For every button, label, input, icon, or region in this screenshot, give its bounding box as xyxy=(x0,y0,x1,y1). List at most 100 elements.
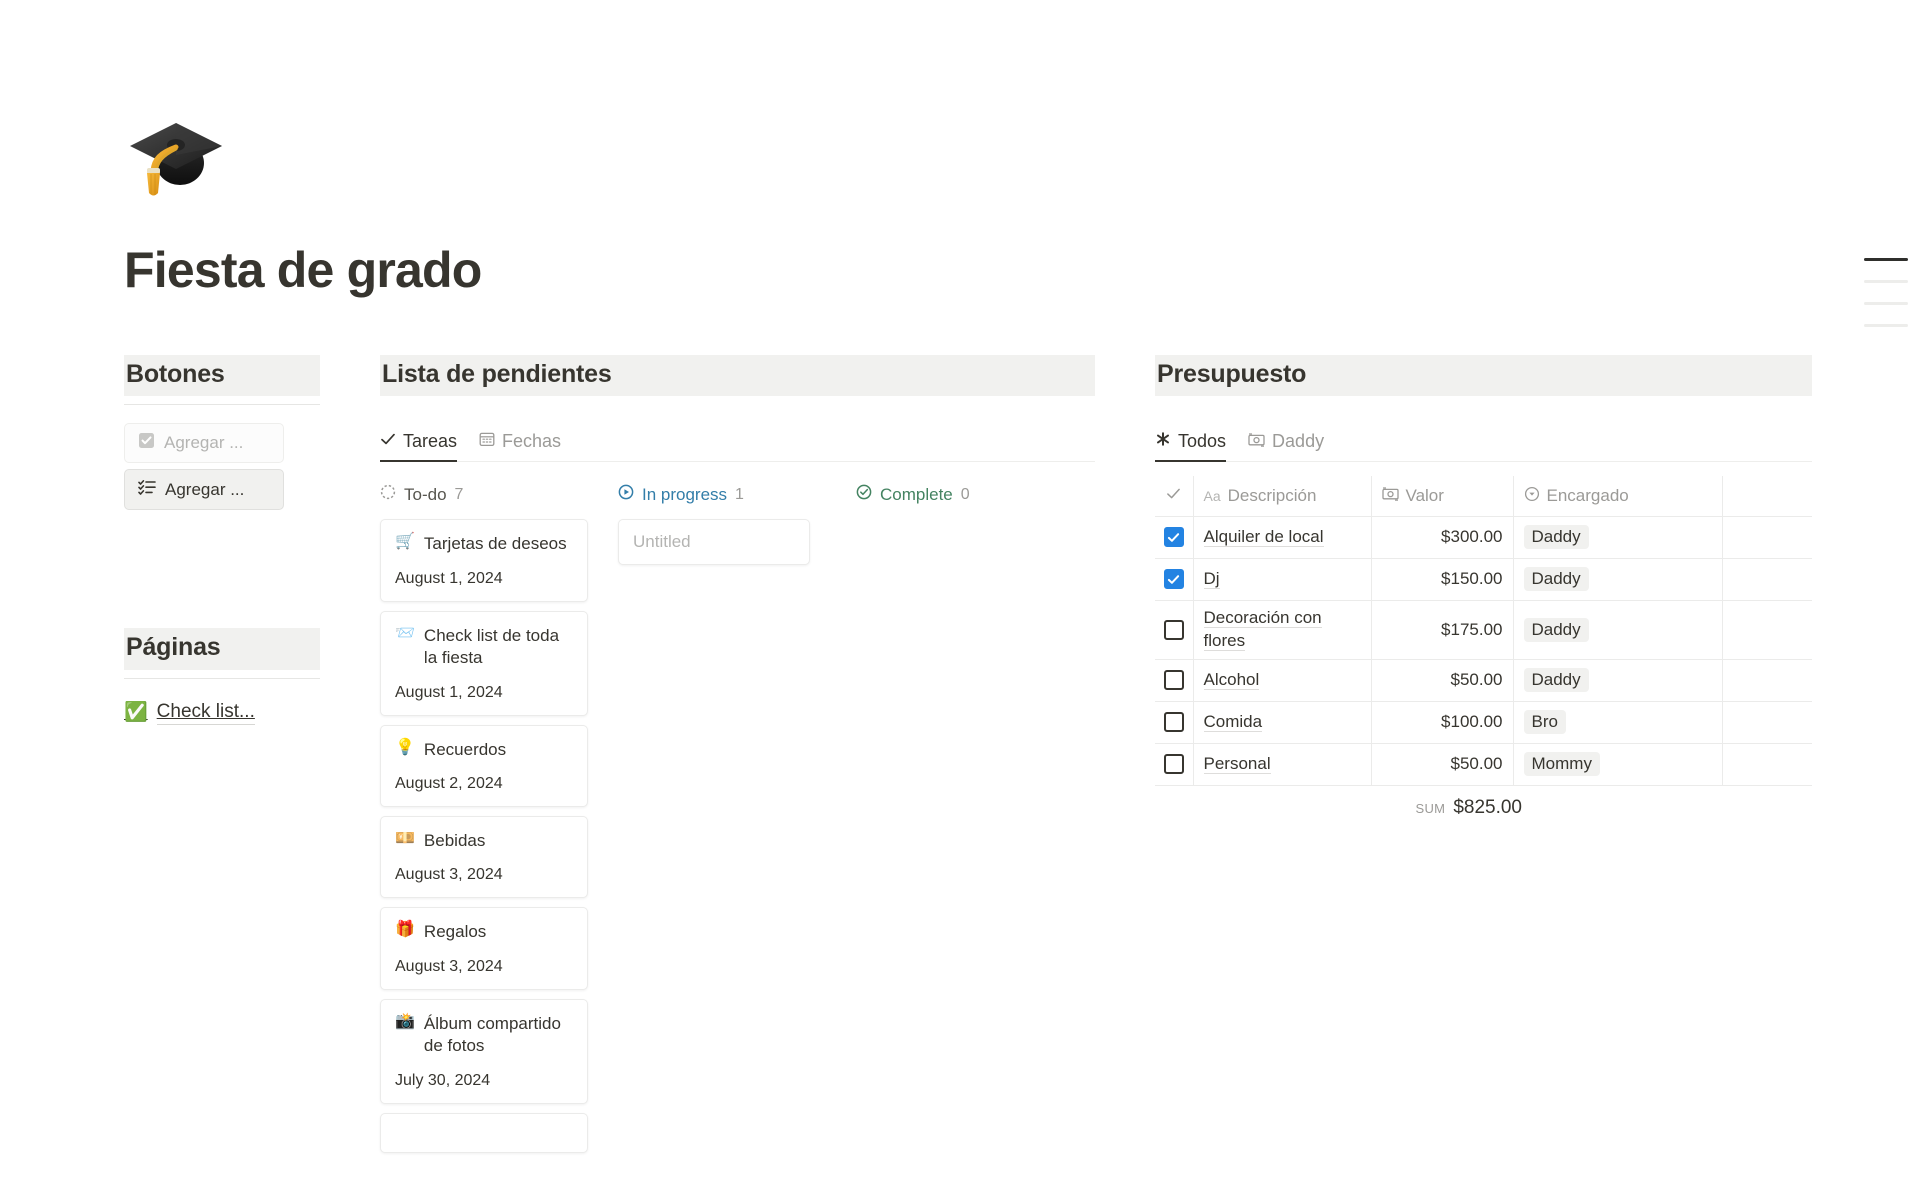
presupuesto-view-tabs: Todos Daddy xyxy=(1155,424,1812,463)
row-checkbox-cell[interactable] xyxy=(1155,743,1194,786)
row-checkbox-cell[interactable] xyxy=(1155,558,1194,601)
toc-mark[interactable] xyxy=(1864,280,1908,283)
kanban-card-date: August 3, 2024 xyxy=(395,957,503,975)
row-checkbox-cell[interactable] xyxy=(1155,600,1194,660)
kanban-card[interactable]: 📨 Check list de toda la fiesta August 1,… xyxy=(380,610,588,716)
kanban-card[interactable]: 💴 Bebidas August 3, 2024 xyxy=(380,816,588,899)
tab-fechas-label: Fechas xyxy=(502,431,562,452)
table-of-contents-indicator[interactable] xyxy=(1864,258,1908,346)
kanban-column-complete-header[interactable]: Complete 0 xyxy=(856,484,1064,505)
checkbox-unchecked-icon[interactable] xyxy=(1163,670,1184,691)
agregar-button-2[interactable]: Agregar ... xyxy=(124,469,284,511)
row-valor-cell[interactable]: $50.00 xyxy=(1371,659,1514,702)
kanban-column-in-progress-header[interactable]: In progress 1 xyxy=(618,484,826,505)
row-encargado-cell[interactable]: Daddy xyxy=(1513,659,1723,702)
row-descripcion-cell[interactable]: Dj xyxy=(1193,558,1372,601)
table-row[interactable]: Decoración con flores $175.00 Daddy xyxy=(1155,600,1812,660)
toc-mark[interactable] xyxy=(1864,302,1908,305)
kanban-card[interactable]: 🎁 Regalos August 3, 2024 xyxy=(380,907,588,990)
text-aa-icon: Aa xyxy=(1203,488,1221,504)
row-checkbox-cell[interactable] xyxy=(1155,516,1194,559)
kanban-column-todo-header[interactable]: To-do 7 xyxy=(380,484,588,505)
checkbox-unchecked-icon[interactable] xyxy=(1163,754,1184,775)
checkbox-unchecked-icon[interactable] xyxy=(1163,712,1184,733)
row-pad-cell xyxy=(1722,701,1812,744)
column-botones: Botones Agregar ... Agregar ... Páginas … xyxy=(124,355,320,725)
paginas-heading: Páginas xyxy=(124,628,320,670)
row-descripcion-cell[interactable]: Alquiler de local xyxy=(1193,516,1372,559)
row-checkbox-cell[interactable] xyxy=(1155,701,1194,744)
row-valor-cell[interactable]: $50.00 xyxy=(1371,743,1514,786)
column-header-checkbox[interactable] xyxy=(1155,476,1194,517)
page-title: Fiesta de grado xyxy=(124,242,482,298)
check-icon xyxy=(380,431,396,452)
page-icon[interactable] xyxy=(124,105,228,209)
row-descripcion: Decoración con flores xyxy=(1203,607,1322,651)
column-header-descripcion[interactable]: Aa Descripción xyxy=(1193,476,1372,517)
tab-tareas[interactable]: Tareas xyxy=(380,431,458,463)
kanban-column-in-progress-count: 1 xyxy=(735,485,744,503)
kanban-column-todo-count: 7 xyxy=(454,485,464,503)
checkbox-checked-icon[interactable] xyxy=(1163,527,1184,548)
row-descripcion-cell[interactable]: Decoración con flores xyxy=(1193,600,1372,660)
row-encargado-cell[interactable]: Bro xyxy=(1513,701,1723,744)
tab-tareas-label: Tareas xyxy=(403,431,458,452)
kanban-column-todo-name: To-do xyxy=(404,484,447,504)
table-sum-row[interactable]: SUM $825.00 xyxy=(1155,797,1522,819)
kanban-column-in-progress: In progress 1 Untitled xyxy=(618,484,826,1162)
toc-mark[interactable] xyxy=(1864,324,1908,327)
row-descripcion-cell[interactable]: Comida xyxy=(1193,701,1372,744)
checkbox-checked-icon[interactable] xyxy=(1163,569,1184,590)
column-header-add[interactable] xyxy=(1722,476,1812,517)
checklist-icon xyxy=(138,478,156,501)
kanban-card-date: July 30, 2024 xyxy=(395,1071,491,1089)
row-descripcion-cell[interactable]: Alcohol xyxy=(1193,659,1372,702)
kanban-card-partial[interactable] xyxy=(380,1112,588,1153)
row-valor-cell[interactable]: $175.00 xyxy=(1371,600,1514,660)
column-header-encargado[interactable]: Encargado xyxy=(1513,476,1723,517)
row-pad-cell xyxy=(1722,516,1812,559)
check-mark-emoji: ✅ xyxy=(124,702,148,723)
asterisk-icon xyxy=(1155,431,1171,452)
botones-heading: Botones xyxy=(124,355,320,397)
row-encargado-cell[interactable]: Daddy xyxy=(1513,558,1723,601)
row-valor-cell[interactable]: $100.00 xyxy=(1371,701,1514,744)
page-link-check-list[interactable]: ✅ Check list... xyxy=(124,701,255,725)
kanban-card-title: Check list de toda la fiesta xyxy=(423,625,560,668)
kanban-card-title: Tarjetas de deseos xyxy=(423,534,567,554)
row-valor-cell[interactable]: $150.00 xyxy=(1371,558,1514,601)
kanban-card[interactable]: 💡 Recuerdos August 2, 2024 xyxy=(380,724,588,807)
row-pad-cell xyxy=(1722,558,1812,601)
row-valor-cell[interactable]: $300.00 xyxy=(1371,516,1514,559)
row-valor: $50.00 xyxy=(1450,754,1503,774)
check-icon xyxy=(1166,486,1181,506)
table-row[interactable]: Personal $50.00 Mommy xyxy=(1155,743,1812,786)
sum-label: SUM xyxy=(1415,800,1446,816)
tab-daddy[interactable]: Daddy xyxy=(1248,431,1324,461)
check-circle-icon xyxy=(856,484,872,505)
row-encargado-cell[interactable]: Daddy xyxy=(1513,516,1723,559)
checkbox-checked-icon xyxy=(138,432,155,454)
table-row[interactable]: Alquiler de local $300.00 Daddy xyxy=(1155,516,1812,559)
column-header-valor[interactable]: Valor xyxy=(1371,476,1514,517)
row-encargado-cell[interactable]: Daddy xyxy=(1513,600,1723,660)
agregar-button-1[interactable]: Agregar ... xyxy=(124,423,284,464)
checkbox-unchecked-icon[interactable] xyxy=(1163,619,1184,640)
table-row[interactable]: Comida $100.00 Bro xyxy=(1155,701,1812,744)
column-lista-de-pendientes: Lista de pendientes Tareas Fechas To-do … xyxy=(380,355,1095,1162)
row-encargado-cell[interactable]: Mommy xyxy=(1513,743,1723,786)
row-checkbox-cell[interactable] xyxy=(1155,659,1194,702)
kanban-card-untitled[interactable]: Untitled xyxy=(618,519,810,566)
banknote-emoji: 💴 xyxy=(395,830,415,847)
status-badge: Daddy xyxy=(1523,525,1589,550)
table-row[interactable]: Alcohol $50.00 Daddy xyxy=(1155,659,1812,702)
row-descripcion-cell[interactable]: Personal xyxy=(1193,743,1372,786)
tab-fechas[interactable]: Fechas xyxy=(479,431,561,461)
kanban-card[interactable]: 📸 Álbum compartido de fotos July 30, 202… xyxy=(380,998,588,1104)
toc-mark-active[interactable] xyxy=(1864,258,1908,261)
column-header-valor-label: Valor xyxy=(1405,486,1444,505)
table-row[interactable]: Dj $150.00 Daddy xyxy=(1155,558,1812,601)
tab-todos[interactable]: Todos xyxy=(1155,431,1227,463)
kanban-card[interactable]: 🛒 Tarjetas de deseos August 1, 2024 xyxy=(380,519,588,602)
money-icon xyxy=(1381,486,1399,506)
